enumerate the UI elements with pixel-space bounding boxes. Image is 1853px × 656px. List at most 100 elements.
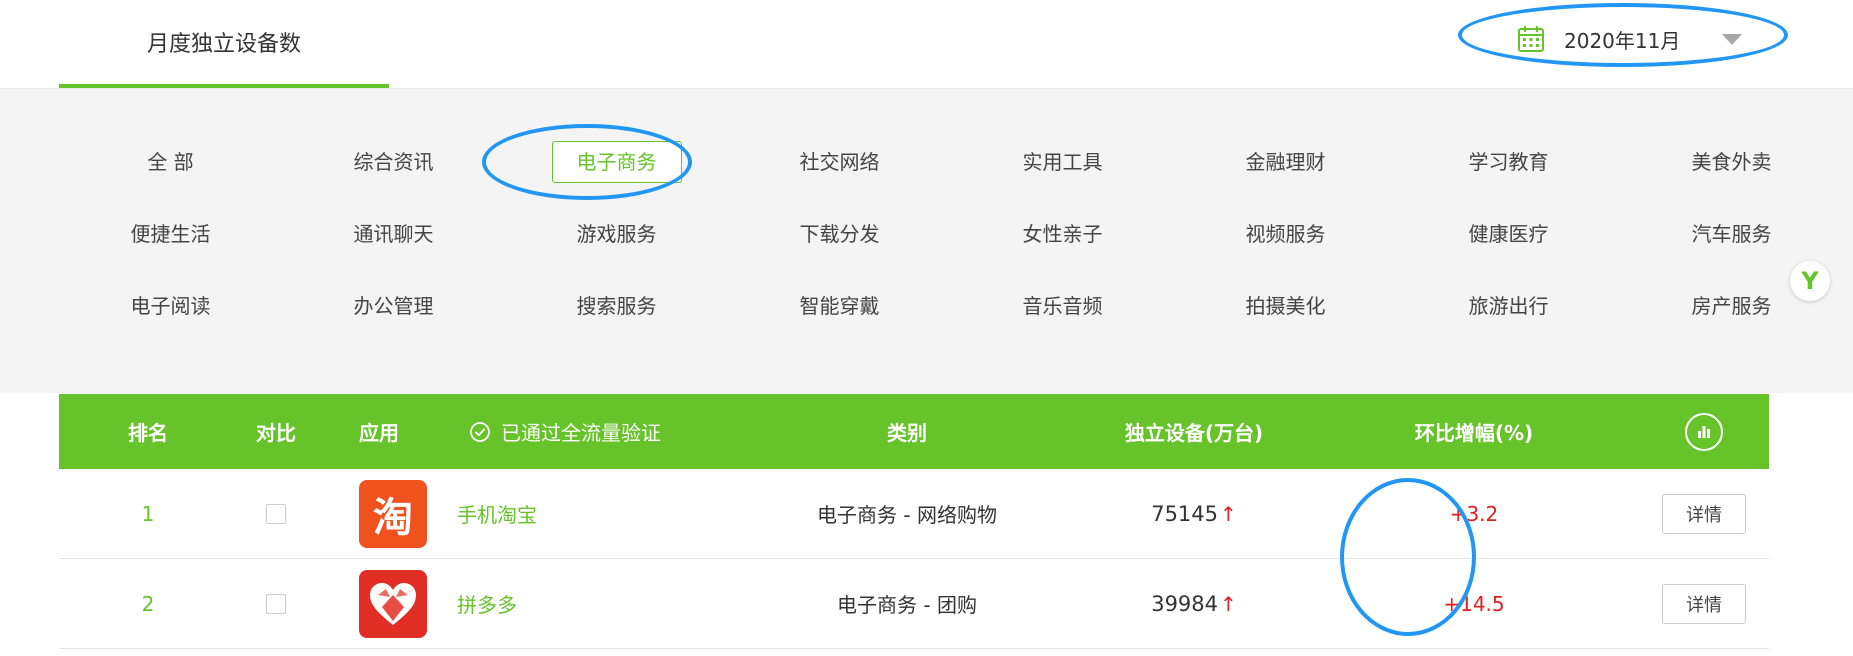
ranking-table: 排名 对比 应用 已通过全流量验证 类别 独立设备(万台) 环比增幅(%) 1 …: [59, 394, 1769, 649]
category-item[interactable]: 综合资讯: [282, 141, 505, 213]
app-icon[interactable]: [359, 569, 427, 638]
header-category: 类别: [887, 421, 927, 445]
header-app-label: 应用: [359, 421, 399, 445]
compare-checkbox[interactable]: [266, 593, 286, 614]
category-item[interactable]: 金融理财: [1174, 141, 1397, 213]
arrow-up-icon: ↑: [1220, 591, 1237, 616]
app-name-link[interactable]: 手机淘宝: [457, 499, 537, 528]
side-logo-icon[interactable]: Y: [1790, 261, 1830, 301]
tab-monthly-devices[interactable]: 月度独立设备数: [59, 0, 389, 88]
check-circle-icon: [470, 421, 490, 442]
category-label: 社交网络: [799, 150, 880, 174]
detail-cell: 详情: [1639, 559, 1769, 649]
growth-cell: +14.5: [1443, 591, 1505, 616]
category-label: 女性亲子: [1022, 222, 1103, 246]
rank-cell: 2: [141, 591, 155, 616]
app-cell: 拼多多: [315, 559, 735, 649]
header-app: 应用 已通过全流量验证: [315, 394, 735, 469]
header-growth: 环比增幅(%): [1414, 421, 1534, 445]
category-item[interactable]: 电子阅读: [59, 285, 282, 357]
verified-label: 已通过全流量验证: [501, 421, 661, 445]
category-item[interactable]: 搜索服务: [505, 285, 728, 357]
devices-cell: 39984 ↑: [1079, 559, 1309, 649]
category-label: 美食外卖: [1691, 150, 1772, 174]
category-label: 房产服务: [1691, 294, 1772, 318]
category-label: 全 部: [147, 150, 194, 174]
category-grid: 全 部 综合资讯 电子商务 社交网络 实用工具 金融理财 学习教育 美食外卖便捷生活 通讯聊天 游…: [59, 141, 1772, 357]
category-item[interactable]: 音乐音频: [951, 285, 1174, 357]
category-label: 音乐音频: [1022, 294, 1103, 318]
category-item[interactable]: 通讯聊天: [282, 213, 505, 285]
table-row[interactable]: 1 淘 手机淘宝 电子商务 - 网络购物 75145 ↑ +3.2 详情: [59, 469, 1769, 559]
category-item[interactable]: 旅游出行: [1397, 285, 1620, 357]
devices-cell: 75145 ↑: [1079, 469, 1309, 559]
category-label: 汽车服务: [1691, 222, 1772, 246]
category-item[interactable]: 办公管理: [282, 285, 505, 357]
tab-bar: 月度独立设备数 2020年11月: [0, 0, 1853, 88]
category-item[interactable]: 视频服务: [1174, 213, 1397, 285]
app-icon-glyph: 淘: [373, 494, 413, 541]
detail-cell: 详情: [1639, 469, 1769, 559]
detail-button[interactable]: 详情: [1662, 493, 1746, 534]
table-header: 排名 对比 应用 已通过全流量验证 类别 独立设备(万台) 环比增幅(%): [59, 394, 1769, 469]
category-item[interactable]: 实用工具: [951, 141, 1174, 213]
category-label: 通讯聊天: [353, 222, 434, 246]
caret-down-icon[interactable]: [1722, 33, 1742, 45]
category-label: 办公管理: [353, 294, 434, 318]
category-label: 学习教育: [1468, 150, 1549, 174]
date-picker[interactable]: 2020年11月: [1500, 16, 1770, 62]
category-item[interactable]: 学习教育: [1397, 141, 1620, 213]
category-item[interactable]: 健康医疗: [1397, 213, 1620, 285]
category-item[interactable]: 游戏服务: [505, 213, 728, 285]
category-panel: 全 部 综合资讯 电子商务 社交网络 实用工具 金融理财 学习教育 美食外卖便捷生活 通讯聊天 游…: [0, 88, 1853, 393]
rank-cell: 1: [141, 501, 155, 526]
category-label: 便捷生活: [130, 222, 211, 246]
devices-value: 39984: [1151, 591, 1219, 616]
category-item[interactable]: 社交网络: [728, 141, 951, 213]
category-label: 金融理财: [1245, 150, 1326, 174]
category-label: 智能穿戴: [799, 294, 880, 318]
page: 月度独立设备数 2020年11月 全 部 综合资讯 电子商务 社交网络 实用工具…: [0, 0, 1853, 656]
category-label: 拍摄美化: [1245, 294, 1326, 318]
category-item[interactable]: 拍摄美化: [1174, 285, 1397, 357]
category-label: 下载分发: [799, 222, 880, 246]
detail-button[interactable]: 详情: [1662, 583, 1746, 624]
table-row[interactable]: 2 拼多多 电子商务 - 团购 39984 ↑ +14.5 详情: [59, 559, 1769, 649]
category-item[interactable]: 智能穿戴: [728, 285, 951, 357]
date-value: 2020年11月: [1564, 28, 1681, 53]
category-label: 电子阅读: [130, 294, 211, 318]
category-item[interactable]: 下载分发: [728, 213, 951, 285]
category-item[interactable]: 女性亲子: [951, 213, 1174, 285]
header-chart: [1639, 394, 1769, 469]
category-item[interactable]: 电子商务: [505, 141, 728, 213]
category-label: 健康医疗: [1468, 222, 1549, 246]
header-compare: 对比: [256, 421, 296, 445]
category-label: 综合资讯: [353, 150, 434, 174]
app-cell: 淘 手机淘宝: [315, 469, 735, 559]
header-devices: 独立设备(万台): [1124, 421, 1264, 445]
header-rank: 排名: [128, 421, 168, 445]
table-body: 1 淘手机淘宝 电子商务 - 网络购物 75145 ↑ +3.2 详情 2 拼多多 电子商务 - …: [59, 469, 1769, 649]
category-label: 游戏服务: [576, 222, 657, 246]
category-label: 实用工具: [1022, 150, 1103, 174]
compare-checkbox[interactable]: [266, 503, 286, 524]
verified-filter[interactable]: 已通过全流量验证: [469, 417, 661, 446]
devices-value: 75145: [1151, 501, 1219, 526]
category-item[interactable]: 全 部: [59, 141, 282, 213]
bar-chart-icon[interactable]: [1685, 412, 1723, 451]
category-item[interactable]: 美食外卖: [1620, 141, 1843, 213]
category-label: 电子商务: [551, 141, 682, 183]
category-label: 视频服务: [1245, 222, 1326, 246]
app-name-link[interactable]: 拼多多: [457, 589, 517, 618]
app-icon[interactable]: 淘: [359, 479, 427, 548]
arrow-up-icon: ↑: [1220, 501, 1237, 526]
category-label: 搜索服务: [576, 294, 657, 318]
category-cell: 电子商务 - 团购: [837, 593, 977, 617]
category-label: 旅游出行: [1468, 294, 1549, 318]
compare-cell: [237, 469, 315, 559]
category-cell: 电子商务 - 网络购物: [817, 503, 997, 527]
calendar-icon: [1516, 24, 1546, 54]
category-item[interactable]: 便捷生活: [59, 213, 282, 285]
compare-cell: [237, 559, 315, 649]
heart-icon: [370, 582, 416, 625]
